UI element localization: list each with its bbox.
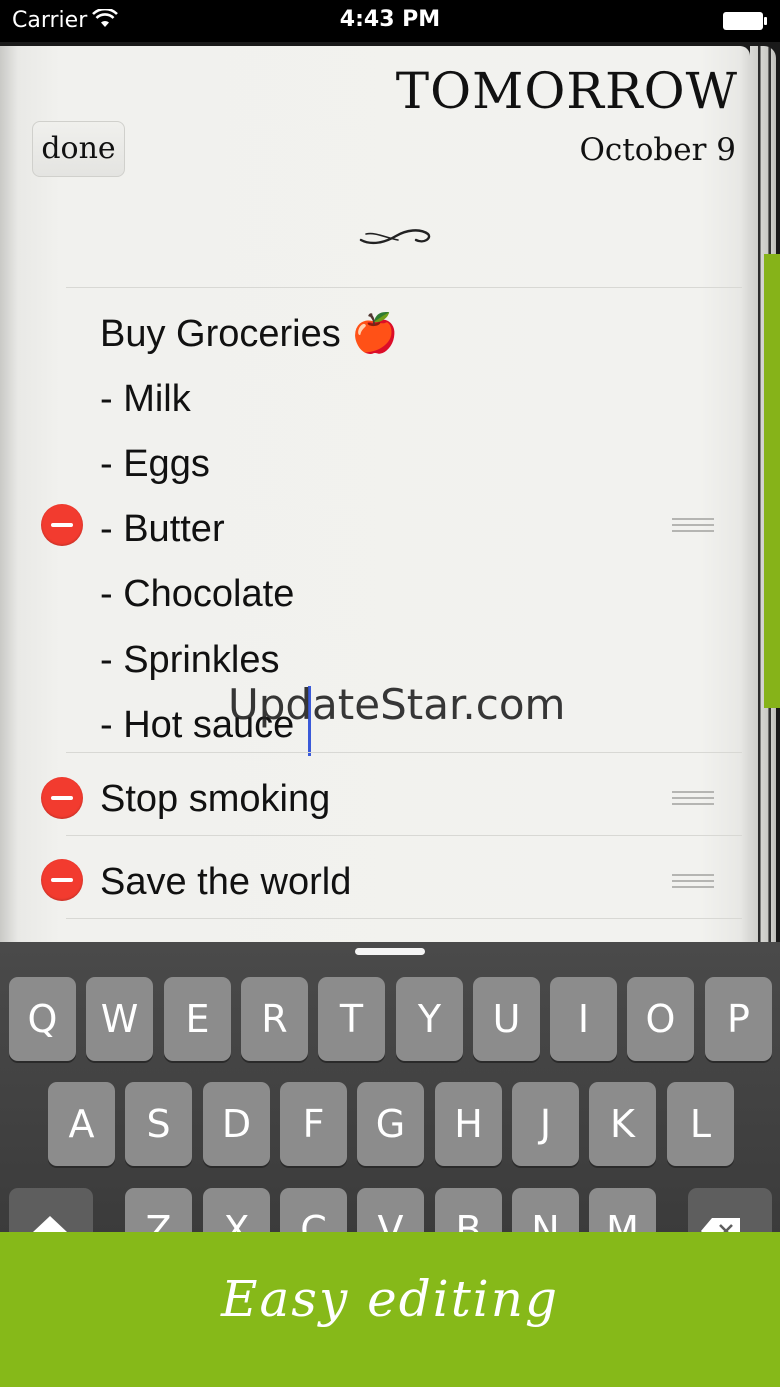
page-title: TOMORROW xyxy=(395,62,738,120)
key-w[interactable]: W xyxy=(86,977,153,1061)
item-line[interactable]: - Butter xyxy=(100,508,225,551)
status-time: 4:43 PM xyxy=(339,7,441,32)
divider xyxy=(66,918,742,919)
key-t[interactable]: T xyxy=(318,977,385,1061)
reorder-handle-icon[interactable] xyxy=(672,791,714,805)
reorder-handle-icon[interactable] xyxy=(672,518,714,532)
notebook: done TOMORROW October 9 Buy Groceries 🍎 … xyxy=(0,42,780,946)
key-f[interactable]: F xyxy=(280,1082,347,1166)
key-d[interactable]: D xyxy=(203,1082,270,1166)
item-line[interactable]: - Eggs xyxy=(100,443,210,486)
banner-caption: Easy editing xyxy=(221,1270,559,1328)
key-h[interactable]: H xyxy=(435,1082,502,1166)
keyboard: Q W E R T Y U I O P A S D F G H J K L Z … xyxy=(0,942,780,1272)
item-line[interactable]: - Sprinkles xyxy=(100,639,280,682)
green-page-tab[interactable] xyxy=(764,254,780,708)
status-bar: Carrier 4:43 PM xyxy=(0,0,780,42)
item-line[interactable]: - Milk xyxy=(100,378,191,421)
battery-icon xyxy=(723,12,767,30)
item-line[interactable]: Save the world xyxy=(100,861,351,904)
watermark: UpdateStar.com xyxy=(228,680,566,729)
done-button[interactable]: done xyxy=(32,121,125,177)
item-line[interactable]: Buy Groceries 🍎 xyxy=(100,312,399,356)
reorder-handle-icon[interactable] xyxy=(672,874,714,888)
delete-icon[interactable] xyxy=(41,504,83,546)
item-line[interactable]: Stop smoking xyxy=(100,778,330,821)
paper-page: done TOMORROW October 9 Buy Groceries 🍎 … xyxy=(0,46,750,946)
key-q[interactable]: Q xyxy=(9,977,76,1061)
key-e[interactable]: E xyxy=(164,977,231,1061)
key-o[interactable]: O xyxy=(627,977,694,1061)
divider xyxy=(66,287,742,288)
delete-icon[interactable] xyxy=(41,859,83,901)
key-j[interactable]: J xyxy=(512,1082,579,1166)
key-k[interactable]: K xyxy=(589,1082,656,1166)
divider xyxy=(66,835,742,836)
key-u[interactable]: U xyxy=(473,977,540,1061)
key-p[interactable]: P xyxy=(705,977,772,1061)
item-line[interactable]: - Chocolate xyxy=(100,573,294,616)
flourish-icon xyxy=(359,229,431,245)
key-l[interactable]: L xyxy=(667,1082,734,1166)
key-a[interactable]: A xyxy=(48,1082,115,1166)
key-g[interactable]: G xyxy=(357,1082,424,1166)
page-date: October 9 xyxy=(579,132,736,168)
delete-icon[interactable] xyxy=(41,777,83,819)
key-s[interactable]: S xyxy=(125,1082,192,1166)
key-y[interactable]: Y xyxy=(396,977,463,1061)
key-r[interactable]: R xyxy=(241,977,308,1061)
divider xyxy=(66,752,742,753)
keyboard-handle[interactable] xyxy=(355,948,425,955)
promo-banner: Easy editing xyxy=(0,1232,780,1387)
key-i[interactable]: I xyxy=(550,977,617,1061)
